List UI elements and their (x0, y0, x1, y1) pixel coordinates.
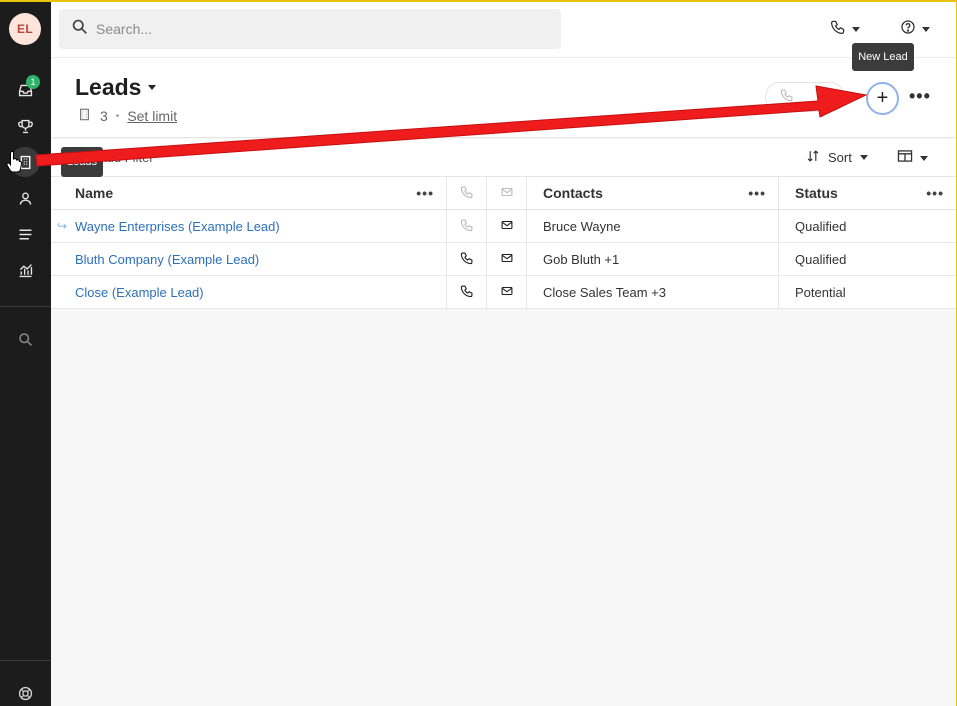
mail-icon (500, 284, 514, 301)
sort-label: Sort (828, 150, 852, 165)
column-menu-button[interactable]: ••• (416, 185, 434, 201)
set-limit-link[interactable]: Set limit (127, 108, 177, 124)
email-lead-button[interactable] (487, 210, 527, 242)
phone-icon (460, 251, 474, 268)
columns-icon (897, 149, 913, 168)
column-menu-button[interactable]: ••• (926, 185, 944, 201)
sort-icon (806, 149, 820, 166)
new-lead-button[interactable]: + (866, 82, 899, 115)
inbox-badge: 1 (26, 75, 40, 89)
search-input[interactable] (96, 21, 496, 37)
empty-table-area (51, 309, 956, 706)
new-lead-tooltip: New Lead (852, 43, 914, 71)
chart-icon[interactable] (13, 258, 37, 282)
call-lead-button[interactable] (447, 243, 487, 275)
chevron-down-icon (852, 27, 860, 32)
call-lead-button[interactable] (447, 276, 487, 308)
phone-icon (830, 19, 846, 40)
email-lead-button[interactable] (487, 243, 527, 275)
person-icon[interactable] (13, 186, 37, 210)
table-row[interactable]: Bluth Company (Example Lead) Gob Bluth +… (51, 243, 956, 276)
search-box[interactable] (59, 9, 561, 49)
phone-icon (460, 218, 474, 235)
contacts-cell: Gob Bluth +1 (527, 243, 779, 275)
more-options-button[interactable]: ••• (909, 86, 931, 107)
list-icon[interactable] (13, 222, 37, 246)
phone-icon (460, 284, 474, 301)
add-filter-button[interactable]: Add Filter (98, 150, 154, 165)
hand-cursor-icon (6, 151, 22, 173)
lead-count: 3 (100, 108, 108, 124)
columns-button[interactable] (897, 149, 928, 168)
avatar[interactable]: EL (9, 13, 41, 45)
mail-icon (500, 218, 514, 235)
page-title[interactable]: Leads (75, 74, 141, 101)
lead-name-link[interactable]: Bluth Company (Example Lead) (75, 252, 259, 267)
help-menu-button[interactable] (900, 19, 930, 40)
mail-icon (500, 185, 514, 202)
chevron-down-icon (920, 156, 928, 161)
lifebuoy-icon[interactable] (13, 681, 37, 705)
column-header-name[interactable]: Name ••• (51, 177, 447, 209)
sort-button[interactable]: Sort (806, 149, 868, 166)
search-icon[interactable] (13, 327, 37, 351)
column-menu-button[interactable]: ••• (748, 185, 766, 201)
table-row[interactable]: ↪ Wayne Enterprises (Example Lead) Bruce… (51, 210, 956, 243)
email-lead-button[interactable] (487, 276, 527, 308)
chevron-down-icon (922, 27, 930, 32)
column-header-contacts[interactable]: Contacts ••• (527, 177, 779, 209)
filter-bar: Add Filter Sort (51, 139, 956, 177)
lead-count-line: 3 • Set limit (78, 108, 177, 124)
mail-icon (500, 251, 514, 268)
status-cell: Qualified (795, 218, 847, 234)
top-bar (51, 2, 956, 58)
chevron-down-icon (859, 155, 868, 160)
leads-table: Name ••• Contacts ••• Status ••• ↪ Wayne… (51, 177, 956, 309)
leads-tooltip: Leads (61, 147, 103, 177)
phone-icon (460, 185, 474, 202)
phone-menu-button[interactable] (830, 19, 860, 40)
help-icon (900, 19, 916, 40)
lead-name-link[interactable]: Wayne Enterprises (Example Lead) (75, 219, 280, 234)
column-header-email[interactable] (487, 177, 527, 209)
phone-icon (780, 88, 794, 107)
page-header: Leads 3 • Set limit + ••• (51, 58, 956, 138)
call-button[interactable] (765, 82, 845, 112)
contacts-cell: Bruce Wayne (527, 210, 779, 242)
column-header-status[interactable]: Status ••• (779, 177, 956, 209)
column-header-phone[interactable] (447, 177, 487, 209)
building-icon (78, 108, 100, 124)
sidebar: EL 1 (0, 0, 51, 706)
contacts-cell: Close Sales Team +3 (527, 276, 779, 308)
status-cell: Qualified (795, 251, 847, 267)
title-dropdown-icon[interactable] (148, 85, 156, 90)
call-lead-button[interactable] (447, 210, 487, 242)
status-cell: Potential (795, 284, 846, 300)
trophy-icon[interactable] (13, 114, 37, 138)
search-icon (71, 18, 88, 40)
table-header-row: Name ••• Contacts ••• Status ••• (51, 177, 956, 210)
lead-name-link[interactable]: Close (Example Lead) (75, 285, 204, 300)
separator: • (115, 110, 120, 122)
table-row[interactable]: Close (Example Lead) Close Sales Team +3… (51, 276, 956, 309)
